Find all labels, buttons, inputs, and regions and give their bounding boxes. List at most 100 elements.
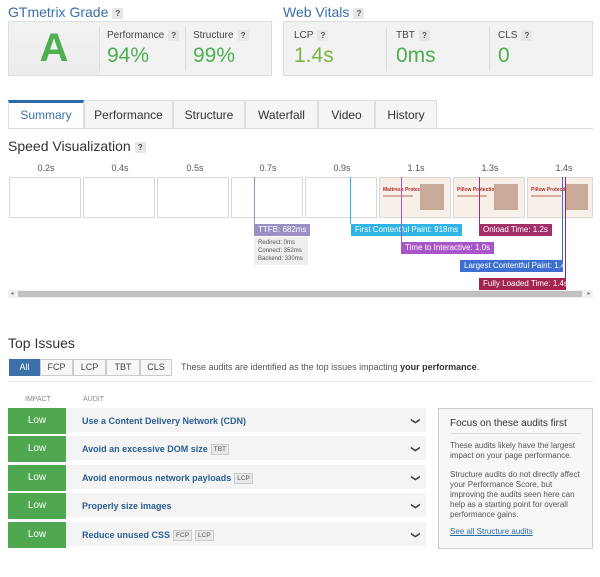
tti-label: Time to Interactive: 1.0s [401,242,495,254]
metric-tag: LCP [234,473,253,485]
fully-loaded-label: Fully Loaded Time: 1.4s [479,278,568,290]
tab-summary[interactable]: Summary [8,100,84,128]
help-icon[interactable]: ? [353,7,365,19]
top-issues-note: These audits are identified as the top i… [181,362,480,372]
help-icon[interactable]: ? [112,7,124,19]
audit-title[interactable]: Use a Content Delivery Network (CDN) [82,408,246,434]
onload-label: Onload Time: 1.2s [479,224,552,236]
impact-badge: Low [8,493,66,519]
metric-tag: LCP [195,530,214,542]
focus-panel: Focus on these audits first These audits… [438,408,593,549]
focus-paragraph-1: These audits likely have the largest imp… [450,441,575,460]
lcp-label: Largest Contentful Paint: 1.4s [460,260,569,272]
audit-row[interactable]: Low Use a Content Delivery Network (CDN)… [8,408,426,434]
ttfb-marker [254,177,255,224]
top-issues-title: Top Issues [8,335,75,351]
filter-all[interactable]: All [9,359,40,376]
chevron-down-icon[interactable]: ❯ [403,525,429,545]
grade-panel: A Performance? 94% Structure? 99% [8,21,272,76]
scrollbar-thumb[interactable] [18,291,582,297]
tab-structure[interactable]: Structure [173,100,245,128]
audit-column-header: AUDIT [83,396,104,403]
lcp-value: 1.4s [294,44,334,67]
grade-title-text: GTmetrix Grade [8,4,109,20]
metric-tag: FCP [173,530,193,542]
performance-value: 94% [107,44,150,67]
help-icon[interactable]: ? [168,30,180,41]
impact-badge: Low [8,436,66,462]
audit-row[interactable]: Low Avoid enormous network payloads LCP ❯ [8,465,426,491]
tick-label: 1.3s [481,163,499,173]
filter-fcp[interactable]: FCP [40,359,73,376]
onload-marker [479,177,480,224]
tti-marker [401,177,402,242]
tbt-value: 0ms [396,44,436,67]
cls-label: CLS? [498,30,533,41]
web-vitals-title: Web Vitals? [283,4,365,20]
impact-column-header: IMPACT [25,396,51,403]
help-icon[interactable]: ? [317,30,329,41]
audit-row[interactable]: Low Reduce unused CSS FCP LCP ❯ [8,522,426,548]
audit-title[interactable]: Avoid an excessive DOM size TBT [82,436,230,462]
lcp-label: LCP? [294,30,329,41]
page-screenshot-thumbnail: Pillow Protection [528,178,592,217]
ttfb-breakdown: Redirect: 0ms Connect: 352ms Backend: 33… [254,237,308,265]
structure-label: Structure? [193,30,249,41]
tick-label: 1.1s [407,163,425,173]
tick-label: 0.7s [259,163,277,173]
tab-waterfall[interactable]: Waterfall [245,100,318,128]
page-screenshot-thumbnail: Mattress Protection [380,178,450,217]
horizontal-scrollbar[interactable]: ◂ ▸ [8,290,593,298]
filmstrip-frame [305,177,377,218]
ttfb-label: TTFB: 682ms [254,224,311,236]
performance-label: Performance? [107,30,180,41]
chevron-down-icon[interactable]: ❯ [403,411,429,431]
chevron-down-icon[interactable]: ❯ [403,496,429,516]
gtmetrix-grade-title: GTmetrix Grade? [8,4,124,20]
impact-badge: Low [8,522,66,548]
speed-visualization-title: Speed Visualization? [8,138,146,154]
vitals-panel: LCP? 1.4s TBT? 0ms CLS? 0 [283,21,593,76]
impact-badge: Low [8,408,66,434]
help-icon[interactable]: ? [521,30,533,41]
impact-badge: Low [8,465,66,491]
tick-label: 0.5s [186,163,204,173]
help-icon[interactable]: ? [237,30,249,41]
tbt-label: TBT? [396,30,430,41]
chevron-down-icon[interactable]: ❯ [403,468,429,488]
fcp-marker [350,177,351,224]
structure-value: 99% [193,44,236,67]
tick-label: 0.4s [111,163,129,173]
help-icon[interactable]: ? [134,141,146,153]
scroll-right-icon[interactable]: ▸ [585,290,593,298]
page-screenshot-thumbnail: Pillow Protection [454,178,524,217]
help-icon[interactable]: ? [418,30,430,41]
filter-cls[interactable]: CLS [140,359,172,376]
tick-label: 1.4s [555,163,573,173]
focus-paragraph-2: Structure audits do not directly affect … [450,470,580,519]
audit-title[interactable]: Reduce unused CSS FCP LCP [82,522,214,548]
focus-title: Focus on these audits first [450,418,567,429]
tab-history[interactable]: History [375,100,437,128]
tick-label: 0.2s [37,163,55,173]
filter-tbt[interactable]: TBT [106,359,140,376]
metric-tag: TBT [210,444,230,456]
chevron-down-icon[interactable]: ❯ [403,439,429,459]
fully-loaded-marker [565,177,566,278]
filmstrip-frame [9,177,81,218]
audit-row[interactable]: Low Properly size images ❯ [8,493,426,519]
tab-video[interactable]: Video [318,100,375,128]
filter-lcp[interactable]: LCP [73,359,106,376]
filmstrip-frame [231,177,303,218]
filmstrip-frame [157,177,229,218]
filmstrip-frame [83,177,155,218]
tick-label: 0.9s [333,163,351,173]
fcp-label: First Contentful Paint: 918ms [351,224,463,236]
scroll-left-icon[interactable]: ◂ [8,290,16,298]
audit-title[interactable]: Avoid enormous network payloads LCP [82,465,253,491]
audit-row[interactable]: Low Avoid an excessive DOM size TBT ❯ [8,436,426,462]
tab-performance[interactable]: Performance [84,100,173,128]
cls-value: 0 [498,44,510,67]
audit-title[interactable]: Properly size images [82,493,172,519]
see-all-structure-audits-link[interactable]: See all Structure audits [450,527,533,536]
